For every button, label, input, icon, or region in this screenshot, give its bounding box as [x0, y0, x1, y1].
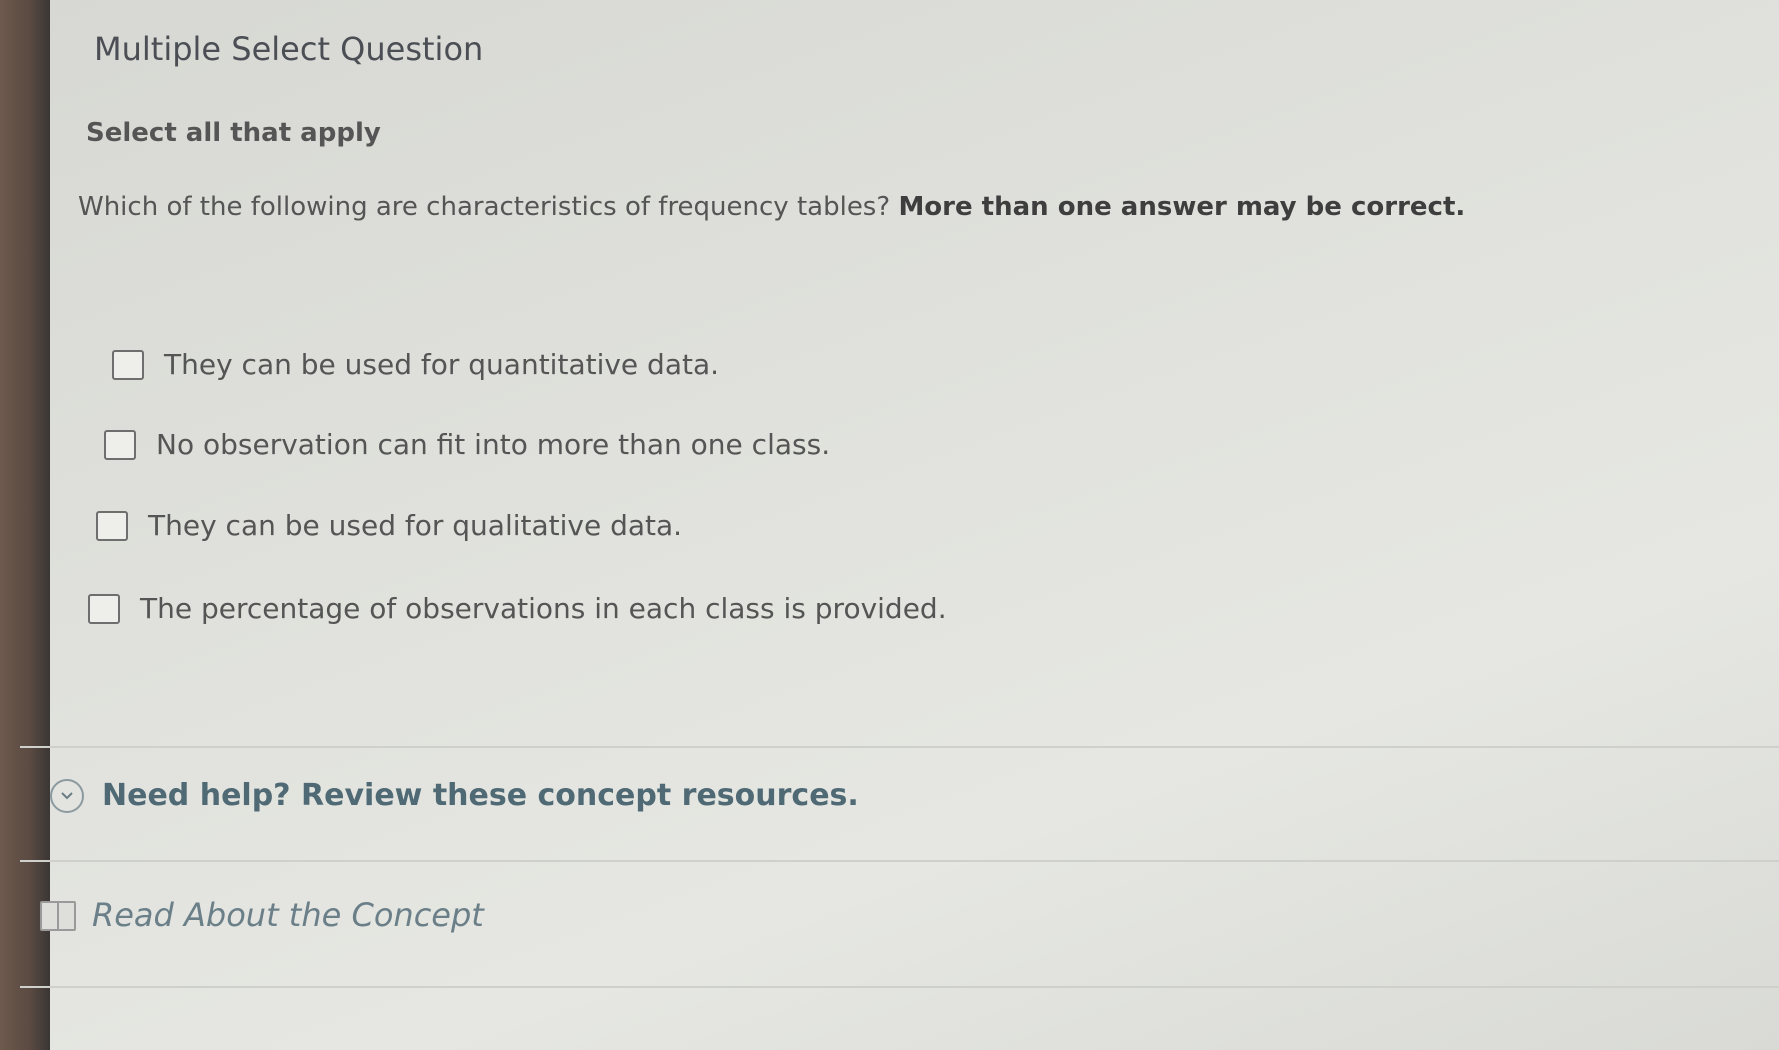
read-about-concept-label: Read About the Concept: [92, 896, 484, 934]
answer-option-1[interactable]: They can be used for quantitative data.: [112, 348, 719, 381]
book-icon: [40, 901, 76, 931]
answer-label-3: They can be used for qualitative data.: [148, 509, 683, 542]
answer-label-1: They can be used for quantitative data.: [164, 348, 720, 381]
answer-checkbox-2[interactable]: [104, 429, 136, 460]
read-about-concept-link[interactable]: Read About the Concept: [40, 896, 484, 934]
answer-label-2: No observation can fit into more than on…: [156, 428, 831, 461]
left-edge-strip: [0, 0, 50, 1050]
divider: [20, 860, 1779, 862]
chevron-down-circle-icon: [50, 778, 84, 813]
concept-resources-label: Need help? Review these concept resource…: [102, 778, 859, 813]
instruction-text: Select all that apply: [86, 118, 381, 148]
question-emphasis: More than one answer may be correct.: [898, 192, 1466, 222]
answer-checkbox-3[interactable]: [96, 510, 128, 541]
answer-checkbox-4[interactable]: [88, 593, 120, 624]
answer-label-4: The percentage of observations in each c…: [140, 592, 947, 625]
answer-checkbox-1[interactable]: [112, 349, 144, 380]
answer-option-4[interactable]: The percentage of observations in each c…: [88, 592, 947, 625]
question-type-title: Multiple Select Question: [94, 30, 484, 68]
question-panel: Multiple Select Question Select all that…: [20, 0, 1779, 1050]
question-prompt: Which of the following are characteristi…: [78, 192, 1465, 222]
divider: [20, 986, 1779, 988]
answer-option-2[interactable]: No observation can fit into more than on…: [104, 428, 830, 461]
question-text: Which of the following are characteristi…: [78, 192, 891, 222]
divider: [20, 746, 1779, 748]
concept-resources-toggle[interactable]: Need help? Review these concept resource…: [50, 778, 859, 813]
answer-option-3[interactable]: They can be used for qualitative data.: [96, 509, 682, 542]
